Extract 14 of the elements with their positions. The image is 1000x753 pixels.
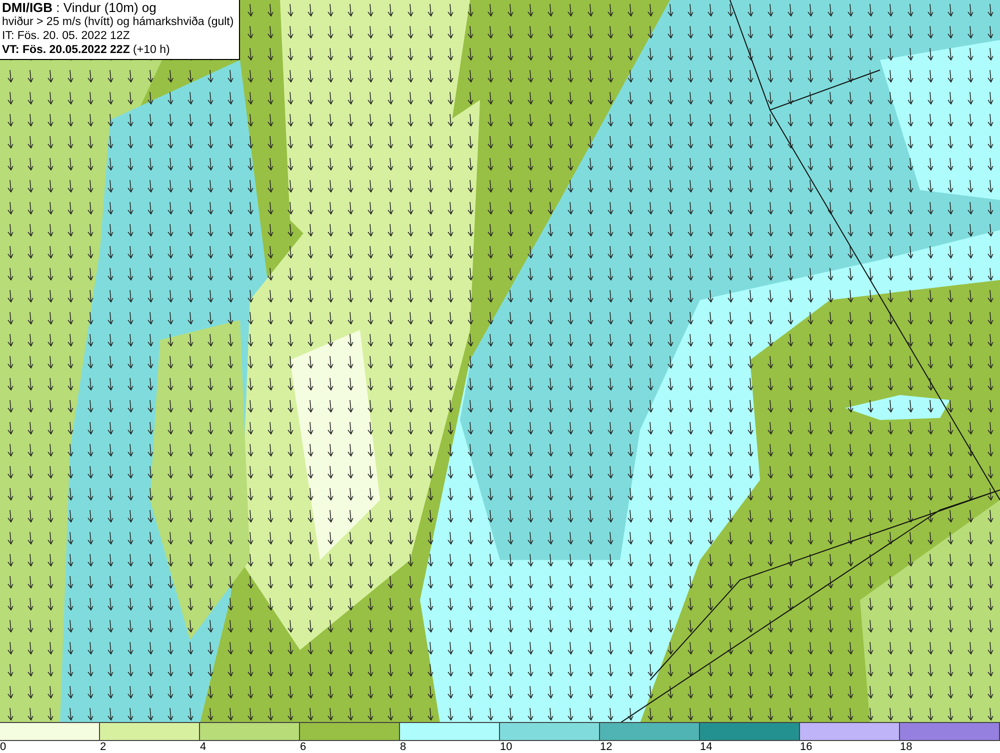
legend-tick-label: 4 <box>200 741 206 753</box>
legend-tick-label: 10 <box>500 741 512 753</box>
legend-tick-label: 8 <box>400 741 406 753</box>
legend-tick-label: 6 <box>300 741 306 753</box>
legend-tick-label: 18 <box>900 741 912 753</box>
title-line: VT: Fös. 20.05.2022 22Z (+10 h) <box>2 43 171 57</box>
title-line: hviður > 25 m/s (hvítt) og hámarkshviða (gult) <box>2 15 234 29</box>
title-line: DMI/IGB : Vindur (10m) og <box>2 1 158 15</box>
legend-tick-label: 12 <box>600 741 612 753</box>
title-line: IT: Fös. 20. 05. 2022 12Z <box>2 29 131 43</box>
legend-tick-label: 0 <box>0 741 6 753</box>
legend-tick-label: 2 <box>100 741 106 753</box>
legend-tick-label: 14 <box>700 741 712 753</box>
legend-tick-label: 16 <box>800 741 812 753</box>
